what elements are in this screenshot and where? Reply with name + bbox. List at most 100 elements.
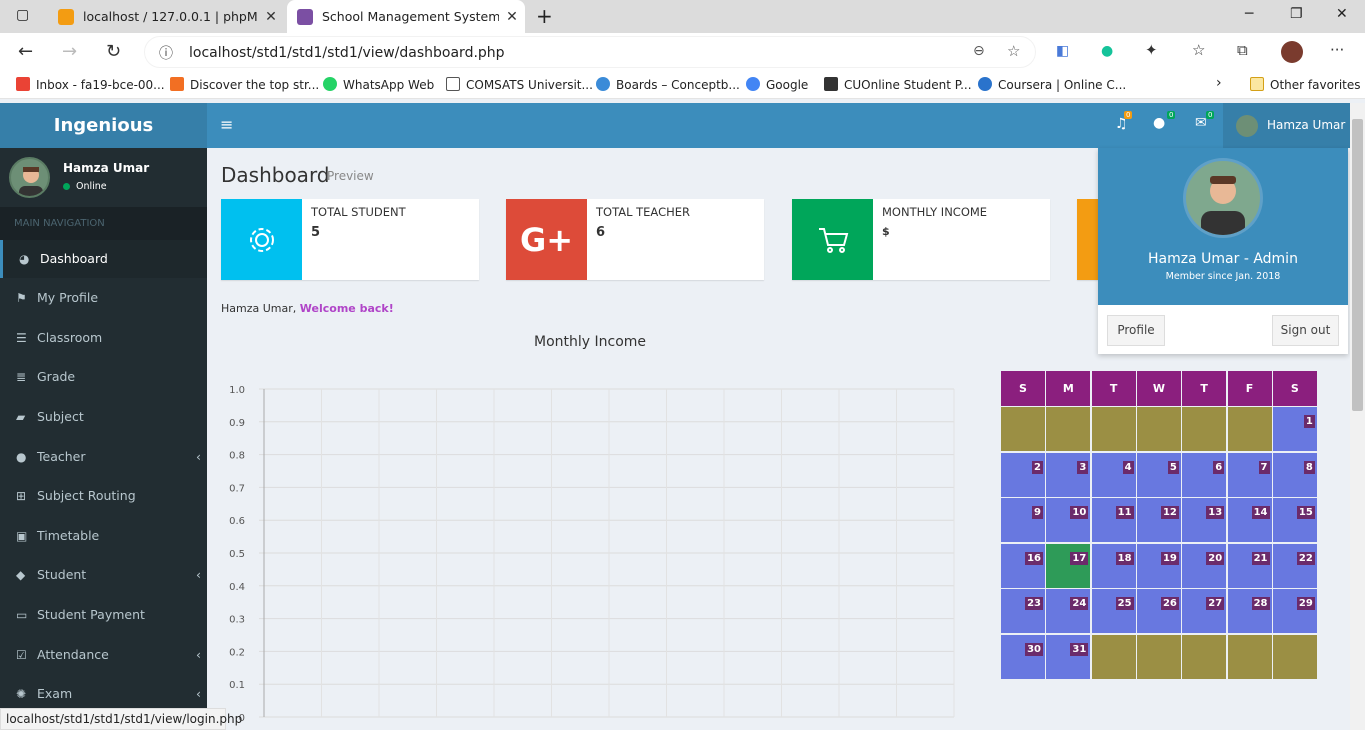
bookmark-gmail[interactable]: Inbox - fa19-bce-00... bbox=[16, 77, 165, 92]
forward-icon[interactable]: → bbox=[62, 41, 77, 62]
sidebar-item-student[interactable]: ◆ Student ‹ bbox=[0, 556, 207, 594]
messages-badge: 0 bbox=[1206, 111, 1215, 119]
calendar-day[interactable]: 4 bbox=[1091, 452, 1136, 497]
brand-logo[interactable]: Ingenious bbox=[0, 103, 207, 148]
calendar-day[interactable]: 12 bbox=[1136, 498, 1181, 543]
extensions-icon[interactable]: ✦ bbox=[1145, 41, 1158, 59]
bookmark-comsats[interactable]: COMSATS Universit... bbox=[446, 77, 593, 92]
users-icon[interactable]: ● bbox=[1153, 115, 1165, 131]
calendar-day[interactable]: 30 bbox=[1001, 635, 1045, 679]
calendar-day[interactable]: 5 bbox=[1136, 452, 1181, 497]
calendar-icon: ▣ bbox=[16, 529, 28, 543]
new-tab-button[interactable]: + bbox=[536, 4, 553, 28]
app-favicon bbox=[297, 8, 313, 25]
sidebar-item-timetable[interactable]: ▣ Timetable bbox=[0, 517, 207, 555]
calendar-day[interactable]: 8 bbox=[1272, 452, 1317, 497]
calendar-empty-cell bbox=[1182, 407, 1227, 451]
calendar-day[interactable]: 28 bbox=[1227, 589, 1272, 634]
more-options-icon[interactable]: ··· bbox=[1330, 41, 1344, 59]
calendar-day[interactable]: 3 bbox=[1046, 452, 1091, 497]
calendar-day[interactable]: 13 bbox=[1182, 498, 1227, 543]
calendar-empty-cell bbox=[1046, 407, 1091, 451]
calendar-day[interactable]: 11 bbox=[1091, 498, 1136, 543]
sidebar-item-subject[interactable]: ▰ Subject bbox=[0, 398, 207, 436]
url-field[interactable]: ⓘ localhost/std1/std1/std1/view/dashboar… bbox=[144, 36, 1036, 68]
calendar-day[interactable]: 20 bbox=[1182, 543, 1227, 588]
calendar-day[interactable]: 27 bbox=[1182, 589, 1227, 634]
calendar-day-number: 5 bbox=[1167, 460, 1179, 474]
bookmark-soundcloud[interactable]: Discover the top str... bbox=[170, 77, 319, 92]
close-tab-icon[interactable]: ✕ bbox=[258, 9, 284, 25]
scrollbar-thumb[interactable] bbox=[1352, 119, 1363, 411]
calendar-day[interactable]: 16 bbox=[1001, 543, 1045, 588]
grammarly-icon[interactable]: ● bbox=[1101, 43, 1113, 59]
calendar-day[interactable]: 15 bbox=[1272, 498, 1317, 543]
calendar-day-number: 31 bbox=[1070, 643, 1089, 656]
calendar-day[interactable]: 25 bbox=[1091, 589, 1136, 634]
calendar-day[interactable]: 29 bbox=[1272, 589, 1317, 634]
sidebar-item-teacher[interactable]: ● Teacher ‹ bbox=[0, 438, 207, 476]
page-scrollbar[interactable] bbox=[1350, 103, 1365, 730]
calendar-day[interactable]: 24 bbox=[1046, 589, 1091, 634]
calendar-day[interactable]: 26 bbox=[1136, 589, 1181, 634]
calendar-day[interactable]: 23 bbox=[1001, 589, 1045, 634]
tab-school-management[interactable]: School Management System ✕ bbox=[287, 0, 525, 33]
profile-button[interactable]: Profile bbox=[1107, 315, 1165, 346]
sidebar-item-classroom[interactable]: ☰ Classroom bbox=[0, 319, 207, 357]
y-tick-label: 0.7 bbox=[229, 483, 245, 494]
collections-icon[interactable]: ⧉ bbox=[1237, 41, 1248, 59]
envelope-icon[interactable]: ✉ bbox=[1195, 115, 1207, 131]
bookmark-conceptboard[interactable]: Boards – Conceptb... bbox=[596, 77, 740, 92]
calendar-day[interactable]: 7 bbox=[1227, 452, 1272, 497]
tab-title: localhost / 127.0.0.1 | phpMyAdm bbox=[83, 9, 258, 24]
info-icon[interactable]: ⓘ bbox=[159, 43, 173, 63]
chevron-right-icon[interactable]: › bbox=[1216, 75, 1222, 91]
bookmark-google[interactable]: Google bbox=[746, 77, 808, 92]
bookmark-cuonline[interactable]: CUOnline Student P... bbox=[824, 77, 972, 92]
close-window-icon[interactable]: ✕ bbox=[1336, 6, 1348, 22]
reload-icon[interactable]: ↻ bbox=[106, 41, 121, 62]
sidebar-toggle-icon[interactable]: ≡ bbox=[220, 115, 233, 134]
calendar-day[interactable]: 18 bbox=[1091, 543, 1136, 588]
calendar-day[interactable]: 14 bbox=[1227, 498, 1272, 543]
bookmark-whatsapp[interactable]: WhatsApp Web bbox=[323, 77, 434, 92]
calendar-day[interactable]: 2 bbox=[1001, 452, 1045, 497]
calendar-day[interactable]: 17 bbox=[1046, 543, 1091, 588]
favorites-icon[interactable]: ☆ bbox=[1192, 41, 1205, 59]
sidebar-item-my-profile[interactable]: ⚑ My Profile bbox=[0, 279, 207, 317]
page-title: Dashboard bbox=[221, 163, 330, 187]
calendar-day[interactable]: 19 bbox=[1136, 543, 1181, 588]
calendar-day[interactable]: 31 bbox=[1046, 635, 1091, 679]
nav-header: MAIN NAVIGATION bbox=[0, 207, 207, 240]
translate-icon[interactable]: ◧ bbox=[1056, 43, 1069, 59]
calendar-day-number: 18 bbox=[1115, 551, 1134, 565]
bookmark-coursera[interactable]: Coursera | Online C... bbox=[978, 77, 1126, 92]
calendar-day[interactable]: 1 bbox=[1272, 407, 1317, 451]
calendar-day[interactable]: 21 bbox=[1227, 543, 1272, 588]
close-tab-icon[interactable]: ✕ bbox=[499, 9, 525, 25]
tab-phpmyadmin[interactable]: localhost / 127.0.0.1 | phpMyAdm ✕ bbox=[48, 0, 284, 33]
calendar-day[interactable]: 6 bbox=[1182, 452, 1227, 497]
sidebar-item-student-payment[interactable]: ▭ Student Payment bbox=[0, 596, 207, 634]
zoom-icon[interactable]: ⊖ bbox=[973, 43, 985, 59]
chart-title: Monthly Income bbox=[534, 334, 647, 350]
calendar-day[interactable]: 22 bbox=[1272, 543, 1317, 588]
calendar-day[interactable]: 10 bbox=[1046, 498, 1091, 543]
other-favorites[interactable]: Other favorites bbox=[1250, 77, 1361, 92]
sidebar-item-attendance[interactable]: ☑ Attendance ‹ bbox=[0, 636, 207, 674]
sidebar-item-subject-routing[interactable]: ⊞ Subject Routing bbox=[0, 477, 207, 515]
info-box-label: MONTHLY INCOME bbox=[882, 205, 988, 219]
calendar-day-number: 24 bbox=[1070, 597, 1089, 611]
favorite-star-icon[interactable]: ☆ bbox=[1007, 42, 1020, 60]
calendar-day-header: S bbox=[1272, 371, 1317, 406]
minimize-icon[interactable]: ─ bbox=[1245, 6, 1253, 22]
sign-out-button[interactable]: Sign out bbox=[1272, 315, 1339, 346]
calendar-day[interactable]: 9 bbox=[1001, 498, 1045, 543]
sidebar-item-dashboard[interactable]: ◕ Dashboard bbox=[0, 240, 207, 278]
tab-actions-icon[interactable]: ▢ bbox=[16, 7, 29, 23]
profile-avatar-icon[interactable] bbox=[1281, 41, 1303, 63]
user-menu-toggle[interactable]: Hamza Umar bbox=[1223, 103, 1350, 148]
restore-icon[interactable]: ❐ bbox=[1290, 6, 1303, 22]
sidebar-item-grade[interactable]: ≣ Grade bbox=[0, 358, 207, 396]
back-icon[interactable]: ← bbox=[18, 41, 33, 62]
